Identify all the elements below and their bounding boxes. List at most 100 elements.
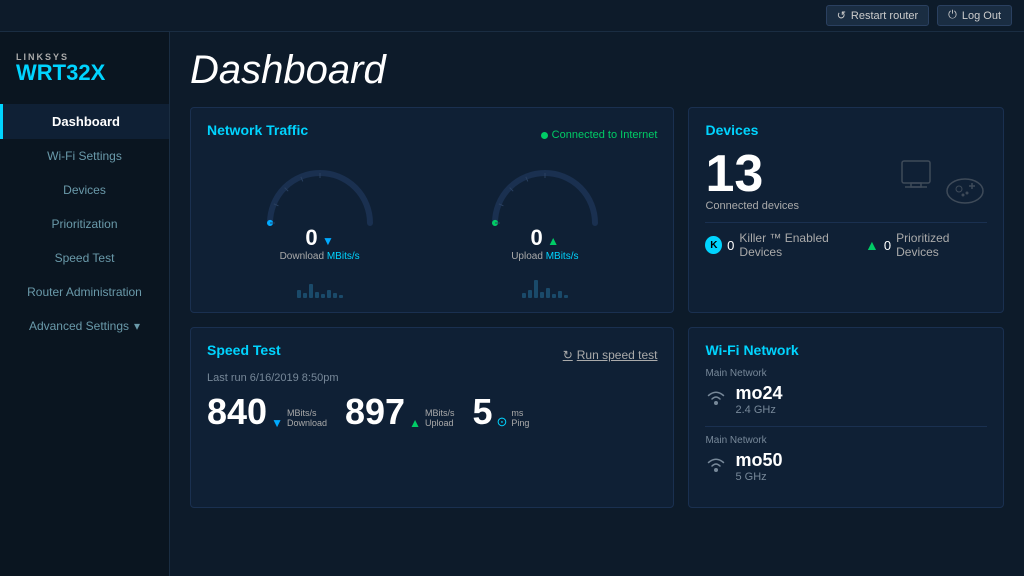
wifi-signal-icon-1 bbox=[705, 388, 727, 411]
upload-indicator-icon: ▲ bbox=[409, 416, 421, 430]
wifi-divider bbox=[705, 426, 987, 427]
bar bbox=[564, 295, 568, 298]
upload-arrow-icon: ▲ bbox=[547, 234, 559, 248]
chevron-down-icon: ▾ bbox=[134, 319, 140, 333]
devices-card: Devices 13 Connected devices bbox=[688, 107, 1004, 313]
bar bbox=[546, 288, 550, 298]
upload-gauge-svg bbox=[480, 158, 610, 233]
download-arrow-icon: ▼ bbox=[322, 234, 334, 248]
speed-test-title: Speed Test bbox=[207, 342, 281, 358]
wifi-signal-icon-2 bbox=[705, 455, 727, 478]
speed-download-stat: 840 ▼ MBits/s Download bbox=[207, 394, 327, 430]
devices-connected-label: Connected devices bbox=[705, 200, 799, 212]
wifi-network-2-freq: 5 GHz bbox=[735, 471, 782, 483]
wifi-network-card: Wi-Fi Network Main Network bbox=[688, 327, 1004, 508]
sidebar-item-speed-test[interactable]: Speed Test bbox=[0, 241, 169, 275]
killer-icon: K bbox=[705, 236, 722, 254]
upload-value: 0 bbox=[531, 225, 543, 250]
bar bbox=[558, 291, 562, 298]
sidebar-item-prioritization[interactable]: Prioritization bbox=[0, 207, 169, 241]
last-run-label: Last run 6/16/2019 8:50pm bbox=[207, 372, 657, 384]
logout-button[interactable]: ⏻ Log Out bbox=[937, 5, 1012, 26]
prioritized-stat: ▲ 0 Prioritized Devices bbox=[865, 231, 987, 259]
download-gauge-svg bbox=[255, 158, 385, 233]
speed-test-header: Speed Test ↻ Run speed test bbox=[207, 342, 657, 368]
wifi-icon-svg-2 bbox=[705, 455, 727, 473]
upload-chart bbox=[522, 268, 568, 298]
download-indicator-icon: ▼ bbox=[271, 416, 283, 430]
wifi-network-1: mo24 2.4 GHz bbox=[705, 383, 987, 416]
restart-router-button[interactable]: ↺ Restart router bbox=[826, 5, 929, 26]
connected-dot bbox=[541, 132, 548, 139]
wifi-section-1: Main Network mo24 2.4 GH bbox=[705, 368, 987, 416]
wifi-section-2: Main Network mo50 5 GHz bbox=[705, 435, 987, 483]
speed-ping-stat: 5 ⊙ ms Ping bbox=[472, 394, 529, 430]
wifi-title: Wi-Fi Network bbox=[705, 342, 987, 358]
ping-icon: ⊙ bbox=[497, 414, 508, 430]
wifi-main-label-2: Main Network bbox=[705, 435, 987, 446]
prio-arrow-icon: ▲ bbox=[865, 237, 879, 253]
devices-title: Devices bbox=[705, 122, 987, 138]
upload-label: Upload MBits/s bbox=[511, 251, 578, 262]
power-icon: ⏻ bbox=[948, 9, 957, 22]
bar bbox=[534, 280, 538, 298]
bar bbox=[522, 293, 526, 298]
page-title: Dashboard bbox=[190, 48, 1004, 93]
bar bbox=[333, 293, 337, 298]
upload-gauge: 0 ▲ Upload MBits/s bbox=[480, 158, 610, 298]
speed-ping-value: 5 bbox=[472, 394, 492, 430]
download-gauge: 0 ▼ Download MBits/s bbox=[255, 158, 385, 298]
sidebar-item-wifi-settings[interactable]: Wi-Fi Settings bbox=[0, 139, 169, 173]
devices-count: 13 bbox=[705, 148, 799, 200]
top-cards-row: Network Traffic Connected to Internet bbox=[190, 107, 1004, 313]
divider bbox=[705, 222, 987, 223]
sidebar-item-router-admin[interactable]: Router Administration bbox=[0, 275, 169, 309]
devices-stats: K 0 Killer ™ Enabled Devices ▲ 0 Priorit… bbox=[705, 231, 987, 259]
wifi-network-2: mo50 5 GHz bbox=[705, 450, 987, 483]
killer-count: 0 bbox=[727, 238, 734, 253]
bar bbox=[321, 294, 325, 298]
bar bbox=[528, 290, 532, 298]
speed-upload-stat: 897 ▲ MBits/s Upload bbox=[345, 394, 454, 430]
bar bbox=[309, 284, 313, 298]
speed-download-value: 840 bbox=[207, 394, 267, 430]
wifi-main-label-1: Main Network bbox=[705, 368, 987, 379]
refresh-icon: ↻ bbox=[563, 348, 573, 362]
bar bbox=[327, 290, 331, 298]
logo-area: LINKSYS WRT32X bbox=[0, 42, 169, 104]
wifi-network-1-name: mo24 bbox=[735, 383, 782, 404]
restart-icon: ↺ bbox=[837, 9, 846, 22]
speed-upload-value: 897 bbox=[345, 394, 405, 430]
main-layout: LINKSYS WRT32X Dashboard Wi-Fi Settings … bbox=[0, 32, 1024, 576]
bar bbox=[315, 292, 319, 298]
sidebar-item-advanced-settings[interactable]: Advanced Settings ▾ bbox=[0, 309, 169, 343]
sidebar-item-dashboard[interactable]: Dashboard bbox=[0, 104, 169, 139]
bar bbox=[339, 295, 343, 298]
download-label: Download MBits/s bbox=[280, 251, 360, 262]
traffic-header: Network Traffic Connected to Internet bbox=[207, 122, 657, 148]
bar bbox=[540, 292, 544, 298]
topbar: ↺ Restart router ⏻ Log Out bbox=[0, 0, 1024, 32]
speed-stats: 840 ▼ MBits/s Download 897 ▲ MBits/s bbox=[207, 394, 657, 430]
bar bbox=[303, 293, 307, 298]
killer-stat: K 0 Killer ™ Enabled Devices bbox=[705, 231, 865, 259]
content-area: Dashboard Network Traffic Connected to I… bbox=[170, 32, 1024, 576]
devices-icons-svg bbox=[897, 153, 987, 208]
bottom-cards-row: Speed Test ↻ Run speed test Last run 6/1… bbox=[190, 327, 1004, 508]
prioritized-count: 0 bbox=[884, 238, 891, 253]
sidebar: LINKSYS WRT32X Dashboard Wi-Fi Settings … bbox=[0, 32, 170, 576]
bar bbox=[552, 294, 556, 298]
connected-badge: Connected to Internet bbox=[541, 129, 658, 141]
logo-model: WRT32X bbox=[16, 62, 153, 84]
network-traffic-card: Network Traffic Connected to Internet bbox=[190, 107, 674, 313]
download-value: 0 bbox=[305, 225, 317, 250]
devices-count-row: 13 Connected devices bbox=[705, 148, 987, 212]
gauges-area: 0 ▼ Download MBits/s bbox=[207, 158, 657, 298]
speed-test-card: Speed Test ↻ Run speed test Last run 6/1… bbox=[190, 327, 674, 508]
run-speed-test-link[interactable]: ↻ Run speed test bbox=[563, 348, 658, 362]
download-chart bbox=[297, 268, 343, 298]
bar bbox=[297, 290, 301, 298]
network-traffic-title: Network Traffic bbox=[207, 122, 308, 138]
wifi-icon-svg-1 bbox=[705, 388, 727, 406]
sidebar-item-devices[interactable]: Devices bbox=[0, 173, 169, 207]
